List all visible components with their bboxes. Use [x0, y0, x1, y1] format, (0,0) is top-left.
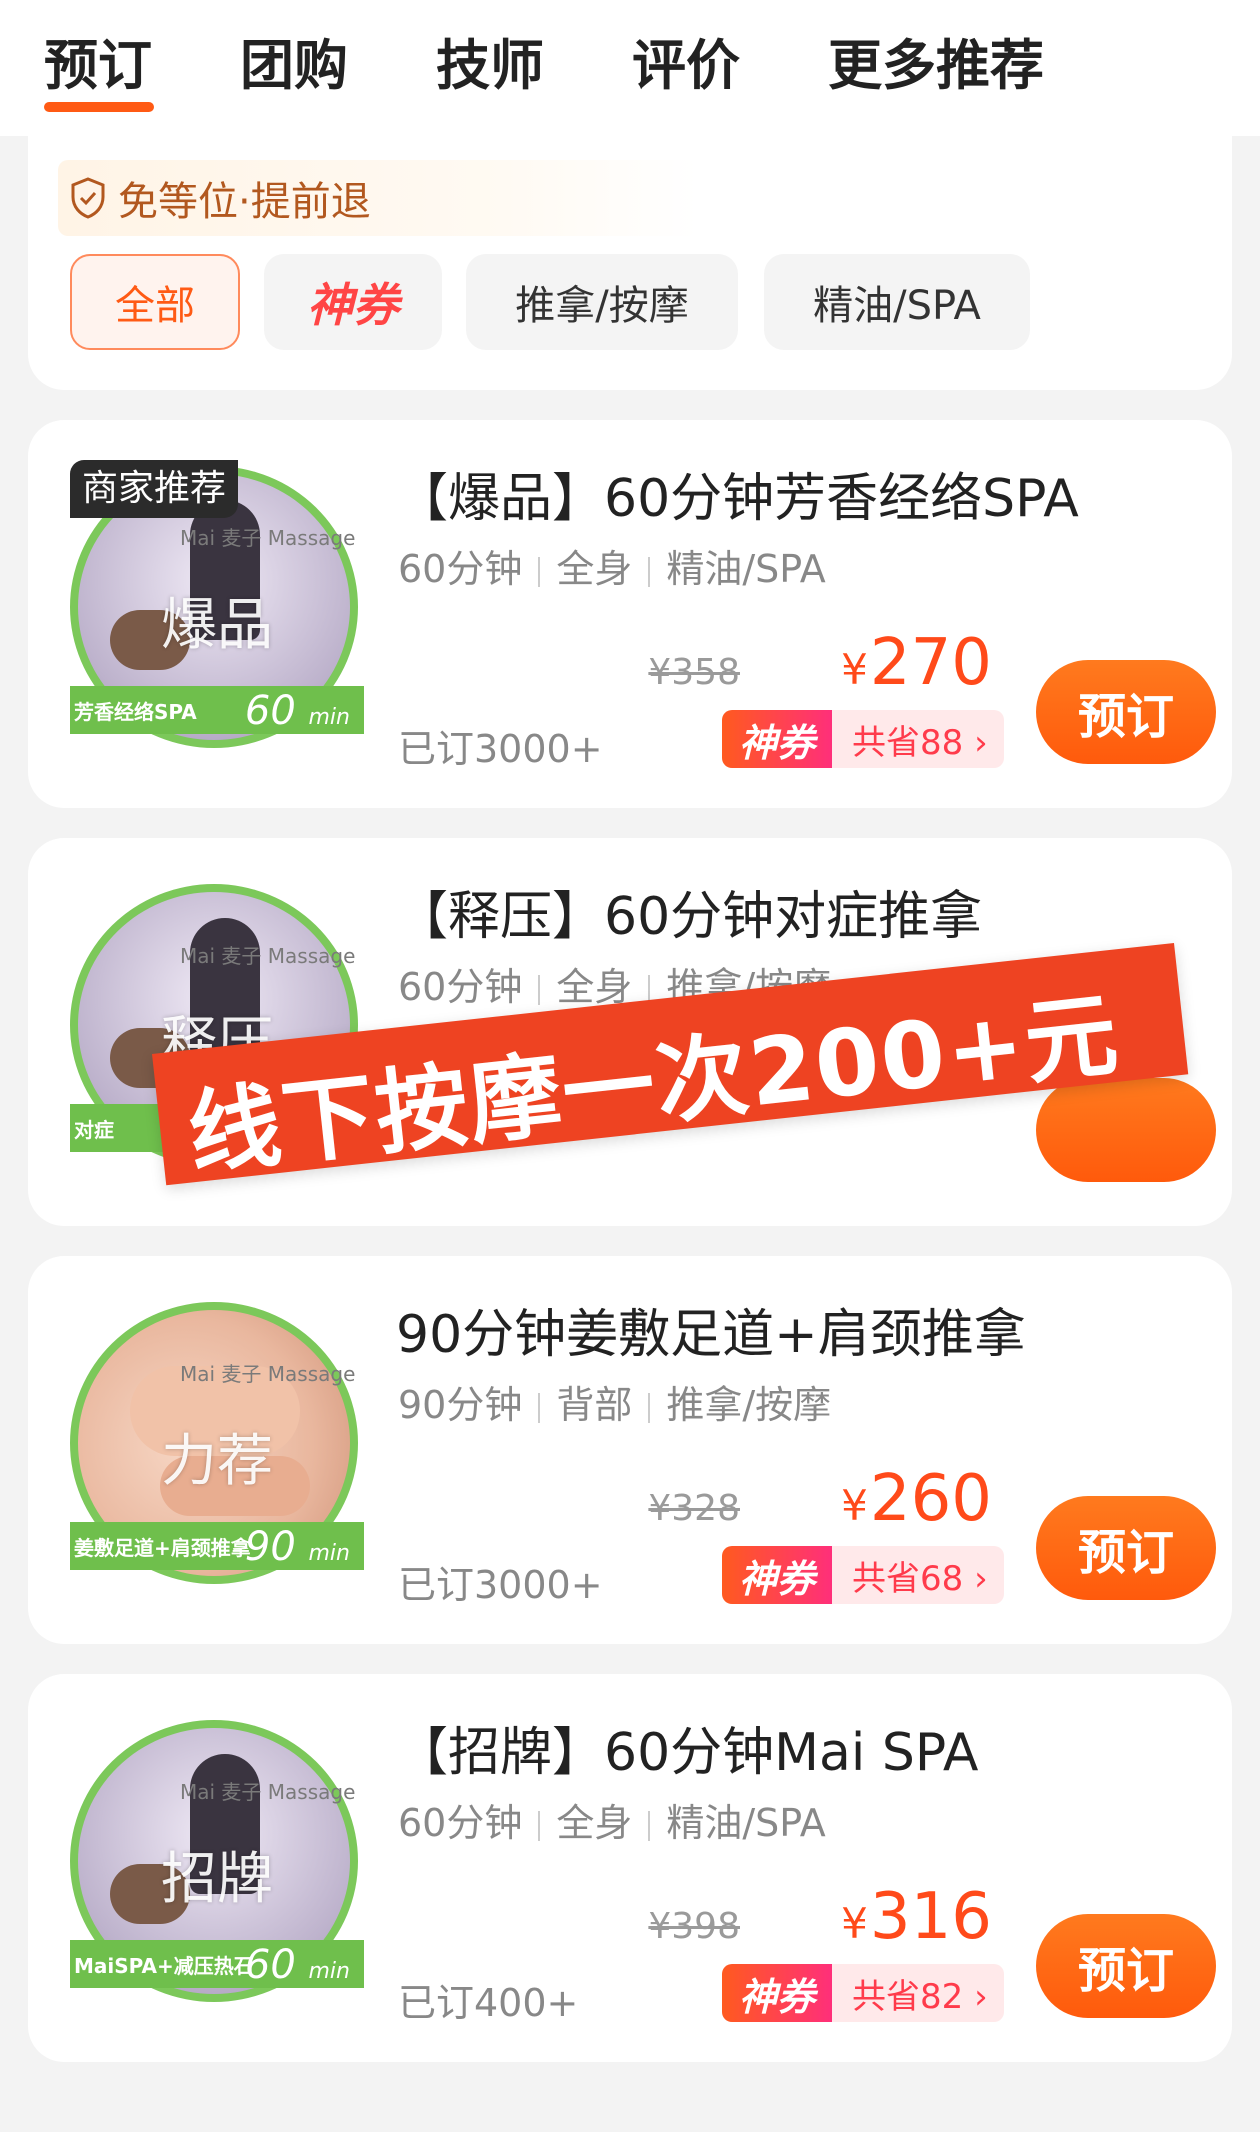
- original-price: ¥398: [648, 1906, 740, 1947]
- active-tab-indicator: [44, 102, 154, 112]
- product-meta: 60分钟 全身 精油/SPA: [398, 547, 826, 591]
- thumbnail-strip-label: MaiSPA+减压热石: [74, 1954, 254, 1978]
- tab-reviews[interactable]: 评价: [632, 30, 740, 102]
- brand-logo-text: Mai 麦子 Massage: [180, 1780, 356, 1804]
- thumbnail-duration: 60 min: [244, 688, 350, 734]
- thumbnail-duration: 90 min: [244, 1524, 350, 1570]
- savings-text: 共省82 ›: [832, 1964, 1004, 2022]
- coupon-savings-tag[interactable]: 神券 共省68 ›: [722, 1546, 1004, 1604]
- tab-group-buy[interactable]: 团购: [240, 30, 348, 102]
- book-button[interactable]: 预订: [1036, 1496, 1216, 1600]
- top-tab-bar: 预订 团购 技师 评价 更多推荐: [0, 0, 1260, 136]
- thumbnail-strip: 姜敷足道+肩颈推拿 90 min: [70, 1522, 364, 1570]
- guarantee-text: 免等位·提前退: [118, 179, 371, 225]
- product-title[interactable]: 90分钟姜敷足道+肩颈推拿: [396, 1292, 1026, 1367]
- thumbnail-overlay-text: 力荐: [161, 1429, 273, 1494]
- product-thumbnail: Mai 麦子 Massage 力荐 姜敷足道+肩颈推拿 90 min: [70, 1296, 364, 1590]
- coupon-savings-tag[interactable]: 神券 共省82 ›: [722, 1964, 1004, 2022]
- coupon-label: 神券: [722, 710, 832, 768]
- savings-text: 共省68 ›: [832, 1546, 1004, 1604]
- thumbnail-strip: MaiSPA+减压热石 60 min: [70, 1940, 364, 1988]
- coupon-label: 神券: [722, 1546, 832, 1604]
- filter-chip-all[interactable]: 全部: [70, 254, 240, 350]
- thumbnail-strip-label: 对症: [74, 1118, 114, 1142]
- sold-count: 已订3000+: [398, 1563, 603, 1607]
- brand-logo-text: Mai 麦子 Massage: [180, 944, 356, 968]
- filter-chip-massage[interactable]: 推拿/按摩: [466, 254, 738, 350]
- product-card[interactable]: Mai 麦子 Massage 力荐 姜敷足道+肩颈推拿 90 min 90分钟姜…: [28, 1256, 1232, 1644]
- thumbnail-overlay-text: 招牌: [161, 1847, 273, 1912]
- sale-price: ¥260: [841, 1462, 992, 1536]
- thumbnail-overlay-text: 爆品: [161, 593, 273, 658]
- tab-more-recommendations[interactable]: 更多推荐: [828, 30, 1044, 102]
- thumbnail-strip: 芳香经络SPA 60 min: [70, 686, 364, 734]
- product-title[interactable]: 【招牌】60分钟Mai SPA: [396, 1710, 979, 1785]
- coupon-savings-tag[interactable]: 神券 共省88 ›: [722, 710, 1004, 768]
- thumbnail-strip-label: 芳香经络SPA: [74, 700, 197, 724]
- product-card[interactable]: Mai 麦子 Massage 爆品 芳香经络SPA 60 min 商家推荐 【爆…: [28, 420, 1232, 808]
- sold-count: 已订400+: [398, 1981, 579, 2025]
- product-meta: 90分钟 背部 推拿/按摩: [398, 1383, 832, 1427]
- book-button[interactable]: 预订: [1036, 1914, 1216, 2018]
- guarantee-banner: 免等位·提前退: [70, 168, 371, 228]
- tab-technician[interactable]: 技师: [436, 30, 544, 102]
- thumbnail-duration: 60 min: [244, 1942, 350, 1988]
- sold-count: 已订3000+: [398, 727, 603, 771]
- tab-booking[interactable]: 预订: [44, 30, 152, 102]
- product-thumbnail: Mai 麦子 Massage 招牌 MaiSPA+减压热石 60 min: [70, 1714, 364, 2008]
- filter-chip-spa[interactable]: 精油/SPA: [764, 254, 1030, 350]
- brand-logo-text: Mai 麦子 Massage: [180, 526, 356, 550]
- original-price: ¥358: [648, 652, 740, 693]
- filter-section: 免等位·提前退 全部 神券 推拿/按摩 精油/SPA: [28, 130, 1232, 390]
- sale-price: ¥270: [841, 626, 992, 700]
- savings-text: 共省88 ›: [832, 710, 1004, 768]
- thumbnail-strip-label: 姜敷足道+肩颈推拿: [74, 1536, 251, 1560]
- sale-price: ¥316: [841, 1880, 992, 1954]
- filter-chip-coupon[interactable]: 神券: [264, 254, 442, 350]
- coupon-label: 神券: [722, 1964, 832, 2022]
- product-card[interactable]: Mai 麦子 Massage 招牌 MaiSPA+减压热石 60 min 【招牌…: [28, 1674, 1232, 2062]
- book-button[interactable]: 预订: [1036, 660, 1216, 764]
- product-title[interactable]: 【爆品】60分钟芳香经络SPA: [396, 456, 1079, 531]
- original-price: ¥328: [648, 1488, 740, 1529]
- shield-check-icon: [71, 177, 105, 219]
- product-title[interactable]: 【释压】60分钟对症推拿: [396, 874, 982, 949]
- product-meta: 60分钟 全身 精油/SPA: [398, 1801, 826, 1845]
- merchant-recommended-tag: 商家推荐: [70, 460, 239, 518]
- brand-logo-text: Mai 麦子 Massage: [180, 1362, 356, 1386]
